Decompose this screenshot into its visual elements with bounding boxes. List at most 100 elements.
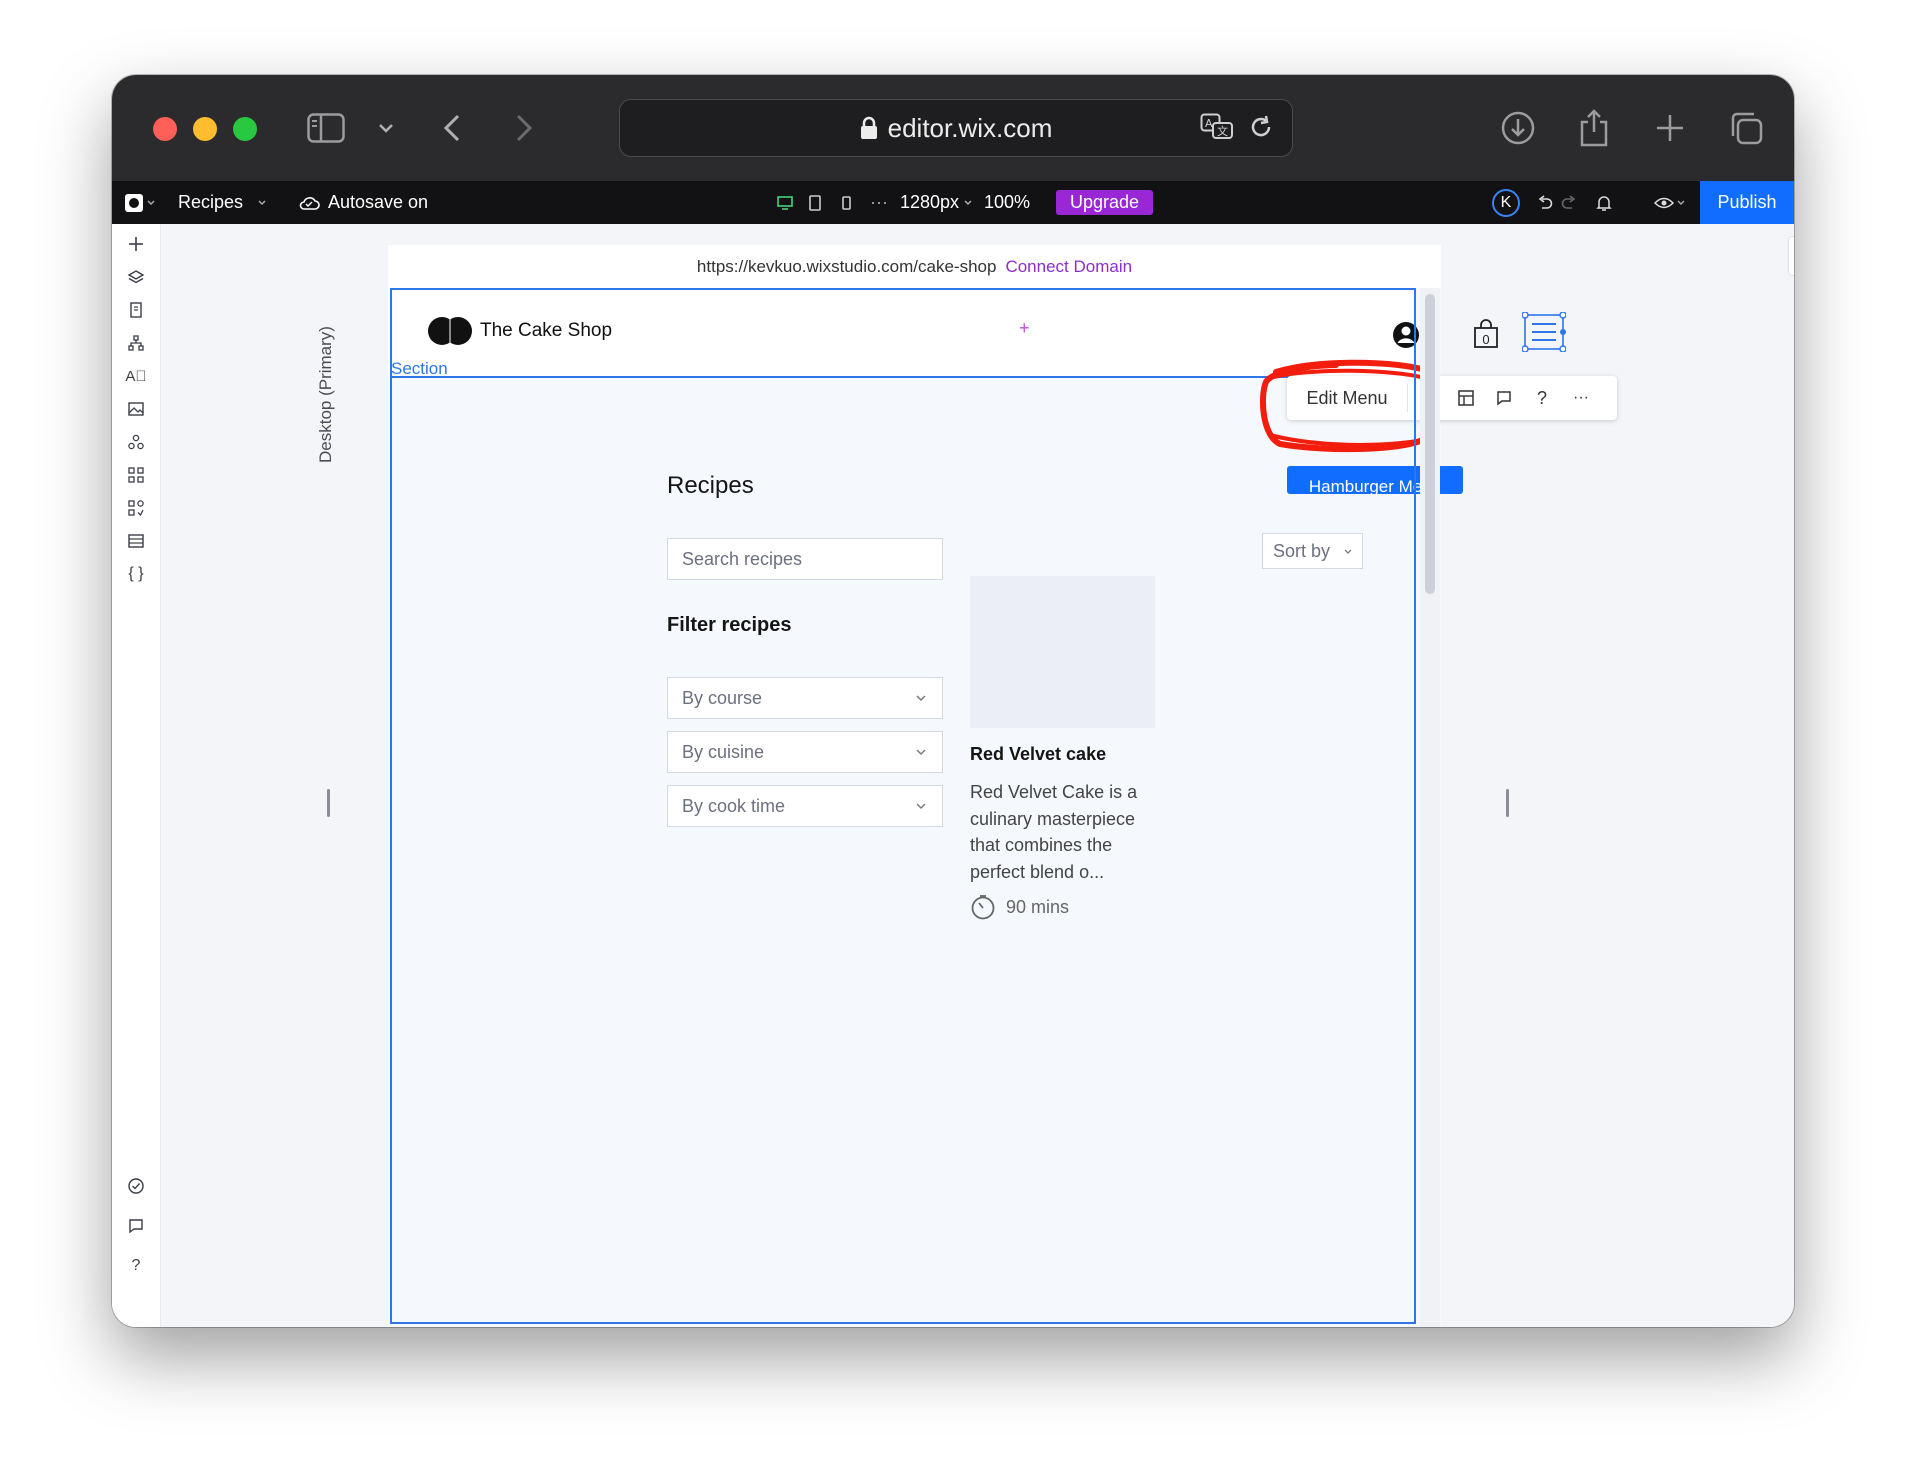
hamburger-menu-icon[interactable]: [1521, 311, 1567, 353]
apps-icon[interactable]: [124, 463, 148, 487]
market-icon[interactable]: [124, 496, 148, 520]
more-actions-button[interactable]: ···: [1561, 376, 1601, 420]
media-icon[interactable]: [124, 397, 148, 421]
pages-icon[interactable]: [124, 298, 148, 322]
undo-icon[interactable]: [1536, 181, 1554, 224]
cart-icon[interactable]: 0: [1473, 318, 1499, 350]
address-bar[interactable]: editor.wix.com A文: [619, 99, 1293, 157]
add-elements-icon[interactable]: [124, 232, 148, 256]
typography-icon[interactable]: A⃝: [124, 364, 148, 388]
chevron-down-icon: [963, 199, 973, 207]
sidebar-toggle-icon[interactable]: [304, 105, 348, 151]
cart-count: 0: [1482, 332, 1490, 347]
upgrade-button[interactable]: Upgrade: [1056, 181, 1154, 224]
forward-icon[interactable]: [509, 105, 539, 151]
reload-icon[interactable]: [1248, 114, 1274, 145]
wix-logo-icon[interactable]: [124, 181, 158, 224]
chevron-down-icon: [916, 695, 926, 701]
comments-icon[interactable]: [124, 1214, 148, 1238]
upgrade-label: Upgrade: [1056, 190, 1154, 215]
filter-label: By cook time: [682, 795, 786, 816]
width-value: 1280px: [900, 192, 960, 212]
site-url: https://kevkuo.wixstudio.com/cake-shop: [696, 256, 997, 276]
chevron-down-icon[interactable]: [374, 105, 398, 151]
lock-icon: [860, 116, 878, 140]
scrollbar-track[interactable]: [1420, 288, 1440, 1327]
recipe-image-placeholder[interactable]: [970, 576, 1155, 728]
recipe-name[interactable]: Red Velvet cake: [970, 744, 1106, 765]
help-icon[interactable]: ?: [124, 1254, 148, 1278]
filter-by-cuisine-dropdown[interactable]: By cuisine: [667, 731, 943, 773]
comment-icon[interactable]: [1485, 376, 1523, 420]
left-resize-handle[interactable]: [327, 789, 330, 817]
share-icon[interactable]: [1574, 105, 1614, 151]
scrollbar-thumb[interactable]: [1425, 294, 1435, 594]
address-text: editor.wix.com: [887, 112, 1053, 143]
chevron-down-icon: [257, 199, 267, 207]
redo-icon[interactable]: [1560, 181, 1578, 224]
tab-overview-icon[interactable]: [1726, 105, 1766, 151]
zoom-value: 100%: [984, 192, 1031, 212]
chevron-down-icon: [1344, 549, 1352, 554]
layers-icon[interactable]: [124, 265, 148, 289]
layout-icon[interactable]: [1447, 376, 1485, 420]
site-checkup-icon[interactable]: [124, 1174, 148, 1198]
back-icon[interactable]: [437, 105, 467, 151]
sort-by-dropdown[interactable]: Sort by: [1262, 533, 1363, 569]
site-name: Recipes: [178, 192, 244, 212]
site-pages-dropdown[interactable]: Recipes: [178, 181, 267, 224]
help-icon: ?: [1536, 387, 1547, 408]
cloud-icon: [298, 195, 320, 211]
filter-by-course-dropdown[interactable]: By course: [667, 677, 943, 719]
help-button[interactable]: ?: [1523, 376, 1561, 420]
annotation-circle: [1259, 359, 1440, 453]
browser-toolbar: editor.wix.com A文: [112, 75, 1794, 181]
site-page: The Cake Shop + 0 Section Recipes Search…: [388, 288, 1617, 1327]
business-apps-icon[interactable]: [124, 430, 148, 454]
filter-label: By cuisine: [682, 741, 765, 762]
translate-icon[interactable]: A文: [1200, 113, 1234, 148]
code-icon[interactable]: { }: [124, 562, 148, 586]
description-line: perfect blend o...: [970, 861, 1105, 882]
mobile-view-icon[interactable]: [840, 181, 852, 224]
site-url-bar: https://kevkuo.wixstudio.com/cake-shop C…: [388, 245, 1441, 289]
right-resize-handle[interactable]: [1506, 789, 1509, 817]
cms-icon[interactable]: [124, 529, 148, 553]
cook-time-value: 90 mins: [1006, 896, 1070, 917]
preview-icon[interactable]: [1654, 181, 1686, 224]
filter-by-cook-time-dropdown[interactable]: By cook time: [667, 785, 943, 827]
chevron-down-icon: [916, 749, 926, 755]
zoom-window-button[interactable]: [233, 117, 257, 141]
search-recipes-input[interactable]: Search recipes: [667, 538, 943, 580]
publish-button[interactable]: Publish: [1700, 181, 1794, 224]
close-window-button[interactable]: [153, 117, 177, 141]
brand-name[interactable]: The Cake Shop: [480, 320, 612, 342]
editor-left-rail: A⃝ { } ?: [112, 224, 161, 1327]
more-icon: ···: [1573, 389, 1589, 406]
tablet-view-icon[interactable]: [808, 181, 822, 224]
notifications-icon[interactable]: [1596, 181, 1612, 224]
site-structure-icon[interactable]: [124, 331, 148, 355]
description-line: that combines the: [970, 835, 1113, 855]
more-breakpoints-icon[interactable]: ···: [870, 181, 888, 224]
account-avatar[interactable]: K: [1492, 181, 1520, 224]
chevron-down-icon: [916, 803, 926, 809]
downloads-icon[interactable]: [1498, 105, 1538, 151]
autosave-status: Autosave on: [298, 181, 428, 224]
recipes-title: Recipes: [667, 472, 754, 499]
zoom-display[interactable]: 100%: [984, 181, 1030, 224]
collapse-panel-button[interactable]: [1788, 236, 1794, 276]
recipe-card[interactable]: Red Velvet cake Red Velvet Cake is a cul…: [970, 576, 1156, 920]
sort-label: Sort by: [1273, 540, 1331, 561]
avatar-initial: K: [1492, 188, 1520, 217]
width-display[interactable]: 1280px: [900, 181, 973, 224]
cake-shop-logo-icon[interactable]: [428, 316, 473, 346]
minimize-window-button[interactable]: [193, 117, 217, 141]
add-element-plus-icon[interactable]: +: [1019, 318, 1030, 339]
svg-text:A: A: [1205, 117, 1213, 130]
new-tab-icon[interactable]: [1650, 105, 1690, 151]
editor-canvas: https://kevkuo.wixstudio.com/cake-shop C…: [161, 224, 1794, 1327]
desktop-view-icon[interactable]: [776, 181, 794, 224]
connect-domain-link[interactable]: Connect Domain: [1005, 257, 1132, 277]
autosave-label: Autosave on: [328, 192, 429, 212]
